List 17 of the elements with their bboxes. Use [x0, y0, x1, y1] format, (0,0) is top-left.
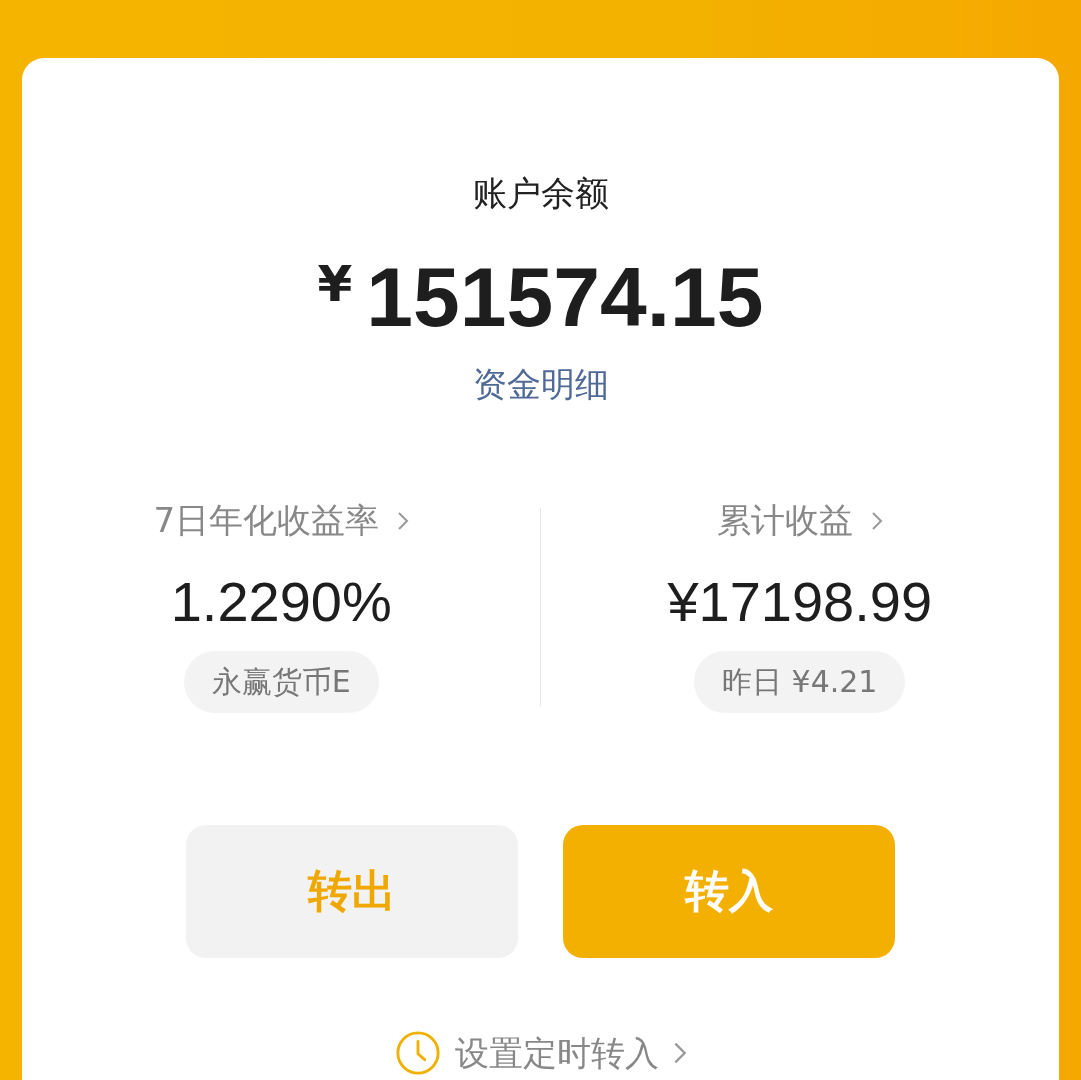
currency-symbol: ¥ [317, 254, 353, 314]
chevron-icon[interactable] [397, 510, 410, 531]
stat-tag: 永赢货币E [183, 651, 379, 713]
transfer-button[interactable]: 转入 [563, 825, 895, 958]
transfer-button[interactable]: 转出 [186, 825, 518, 958]
clock-icon[interactable] [394, 1030, 441, 1076]
details-link[interactable]: 资金明细 [472, 364, 609, 405]
balance-amount: 151574.15 [366, 254, 764, 340]
stat-value: ¥17198.99 [667, 572, 933, 632]
balance-label: 账户余额 [472, 173, 609, 214]
chevron-icon[interactable] [672, 1041, 687, 1065]
stat-label[interactable]: 累计收益 [716, 500, 853, 541]
stat-value: 1.2290% [170, 572, 392, 632]
chevron-icon[interactable] [870, 510, 883, 531]
stat-tag: 昨日 ¥4.21 [694, 651, 906, 713]
schedule-link[interactable]: 设置定时转入 [454, 1032, 659, 1074]
stat-label[interactable]: 7日年化收益率 [153, 500, 380, 541]
